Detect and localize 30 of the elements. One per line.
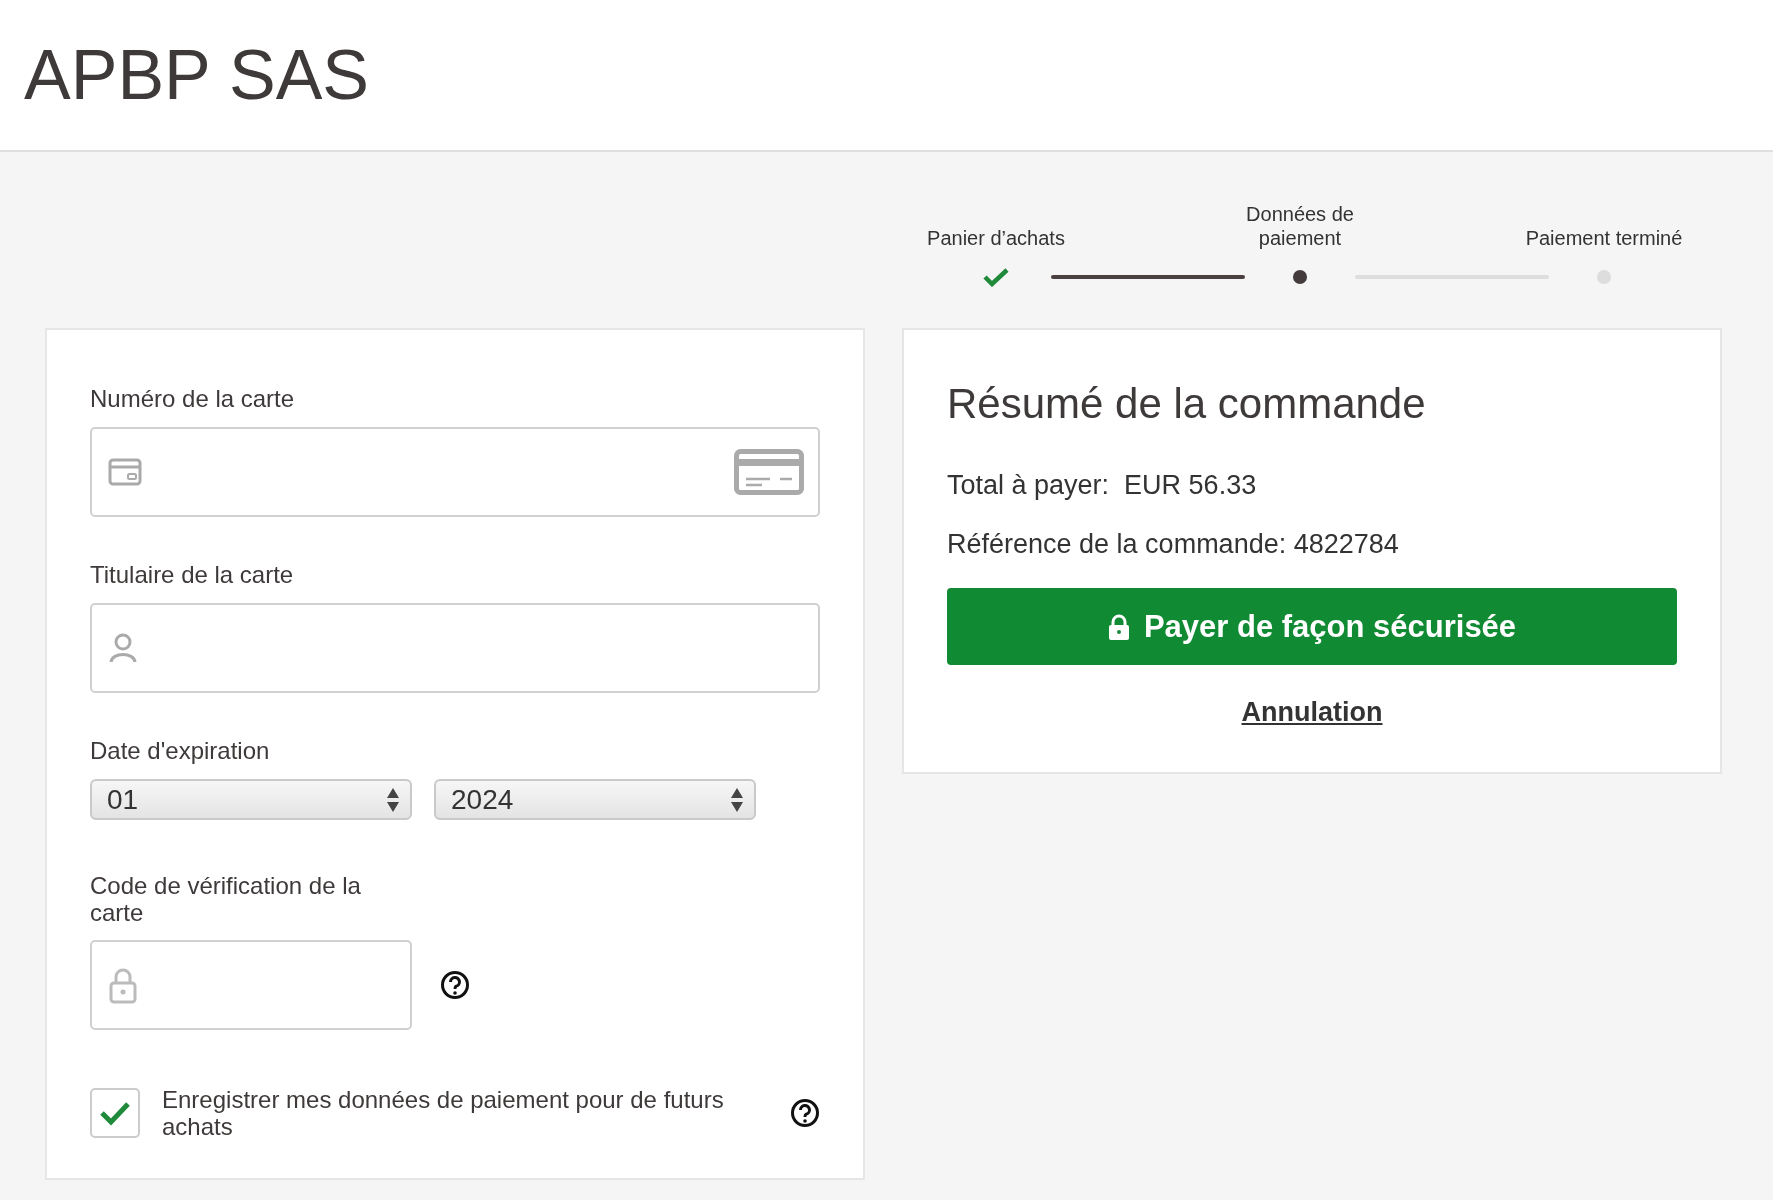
card-icon <box>108 458 142 486</box>
field-label: Code de vérification de la carte <box>90 872 362 926</box>
cardholder-field[interactable] <box>90 603 820 693</box>
save-checkbox[interactable] <box>90 1088 140 1138</box>
step-label: Panier d’achats <box>927 226 1065 250</box>
cancel-link[interactable]: Annulation <box>1241 697 1383 727</box>
order-reference: Référence de la commande: 4822784 <box>947 529 1400 560</box>
month-select[interactable]: 01 <box>90 779 412 820</box>
save-label: Enregistrer mes données de paiement pour de futurs achats <box>162 1086 725 1140</box>
total-amount: Total à payer: EUR 56.33 <box>947 470 1258 501</box>
field-label: Date d'expiration <box>90 737 271 765</box>
updown-arrows-icon <box>386 786 400 813</box>
person-icon <box>108 632 138 664</box>
pay-button[interactable]: Payer de façon sécurisée <box>947 588 1677 665</box>
field-label: Titulaire de la carte <box>90 561 295 589</box>
checkmark-icon <box>99 1100 131 1126</box>
field-label: Numéro de la carte <box>90 385 296 413</box>
padlock-icon <box>1107 613 1130 640</box>
security-code-field[interactable] <box>90 940 412 1030</box>
site-title: APBP SAS <box>24 35 369 115</box>
step-label: Paiement terminé <box>1525 226 1683 250</box>
year-select[interactable]: 2024 <box>434 779 756 820</box>
padlock-icon <box>108 966 138 1004</box>
updown-arrows-icon <box>730 786 744 813</box>
help-icon[interactable] <box>790 1098 820 1128</box>
card-number-field[interactable] <box>90 427 820 517</box>
credit-card-icon <box>734 449 804 495</box>
step-label: Données de paiement <box>1245 202 1355 250</box>
help-icon[interactable] <box>440 970 470 1000</box>
summary-title: Résumé de la commande <box>947 380 1427 428</box>
